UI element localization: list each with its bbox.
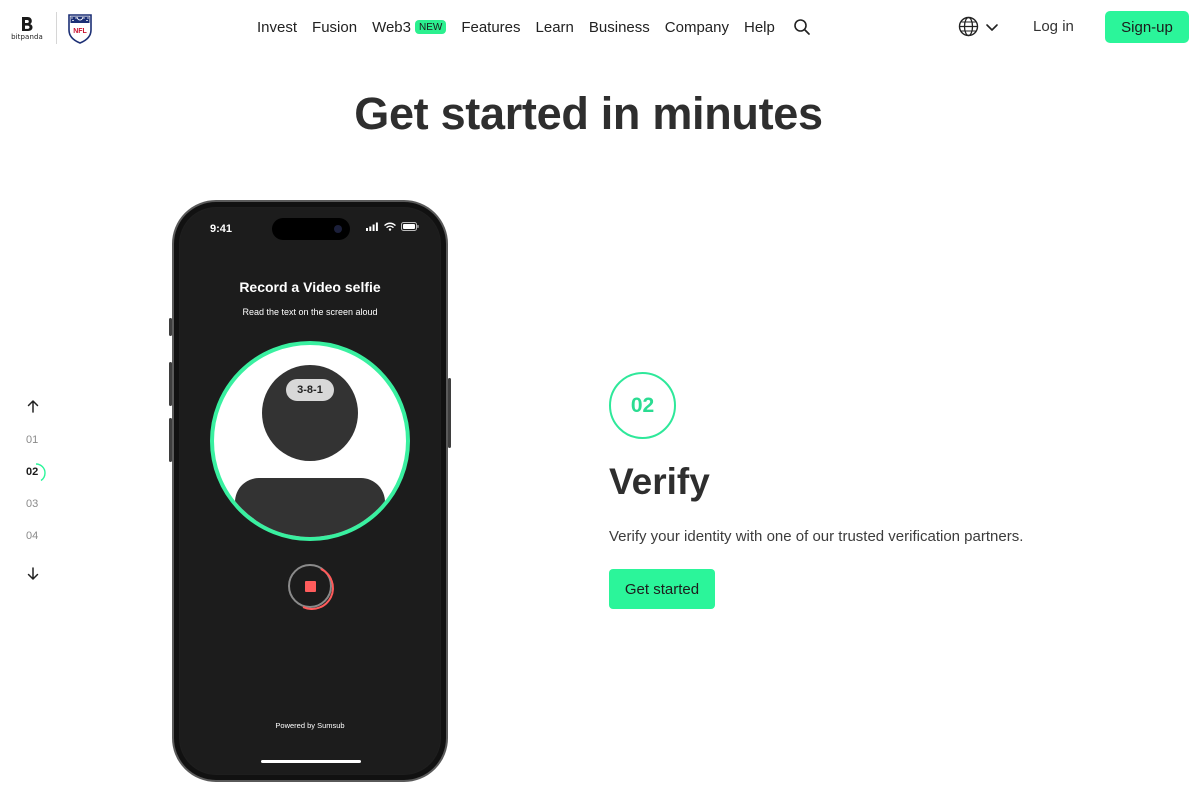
selfie-camera-frame: 3-8-1 xyxy=(210,341,410,541)
step-description: Verify your identity with one of our tru… xyxy=(609,528,1024,545)
screen-title: Record a Video selfie xyxy=(239,279,381,295)
svg-text:NFL: NFL xyxy=(73,28,87,35)
chevron-down-icon xyxy=(986,23,998,31)
nav-invest-label: Invest xyxy=(257,18,298,36)
step-nav-item-03[interactable]: 03 xyxy=(26,498,38,510)
arrow-up-icon[interactable] xyxy=(22,398,44,414)
powered-by-label: Powered by xyxy=(275,721,315,730)
step-navigator: 01 02 03 04 xyxy=(22,398,52,580)
stop-icon xyxy=(305,581,316,592)
avatar-body xyxy=(235,478,385,537)
language-selector[interactable] xyxy=(958,16,999,37)
camera-dot xyxy=(334,225,342,233)
main-nav: Invest Fusion Web3 NEW Features Learn Bu… xyxy=(257,17,811,37)
brand-divider xyxy=(56,12,57,44)
screen-subtitle: Read the text on the screen aloud xyxy=(242,307,378,317)
arrow-down-icon[interactable] xyxy=(22,566,44,582)
nfl-logo[interactable]: NFL xyxy=(66,12,94,44)
home-indicator xyxy=(261,760,361,763)
nav-company[interactable]: Company xyxy=(665,19,729,36)
nav-help-label: Help xyxy=(743,18,775,36)
provider-name: Sumsub xyxy=(317,721,345,730)
step-number-badge: 02 xyxy=(609,372,676,439)
step-title: Verify xyxy=(609,461,710,502)
nav-learn-label: Learn xyxy=(535,18,574,36)
bitpanda-wordmark: bitpanda xyxy=(11,32,43,41)
step-nav-item-02[interactable]: 02 xyxy=(26,466,38,478)
wifi-icon xyxy=(384,222,396,231)
dynamic-island xyxy=(272,218,350,240)
nav-invest[interactable]: Invest xyxy=(257,19,297,36)
status-time: 9:41 xyxy=(210,223,233,235)
step-nav-item-01[interactable]: 01 xyxy=(26,434,38,446)
phone-screen: 9:41 Record a Video selfie Read the text… xyxy=(180,208,440,774)
nav-features-label: Features xyxy=(461,18,521,36)
nav-web3-label: Web3 xyxy=(372,18,411,36)
phone-side-button xyxy=(448,378,451,448)
phone-mockup: 9:41 Record a Video selfie Read the text… xyxy=(169,200,451,782)
powered-by: Powered by Sumsub xyxy=(180,721,440,730)
page-title: Get started in minutes xyxy=(354,88,823,139)
nav-features[interactable]: Features xyxy=(461,19,520,36)
nav-learn[interactable]: Learn xyxy=(536,19,574,36)
login-link[interactable]: Log in xyxy=(1033,18,1074,35)
nav-business[interactable]: Business xyxy=(589,19,650,36)
bitpanda-logo[interactable]: bitpanda xyxy=(8,16,46,41)
record-stop-button[interactable] xyxy=(288,564,332,608)
nav-web3[interactable]: Web3 NEW xyxy=(372,18,447,36)
bitpanda-mark-icon xyxy=(22,16,33,31)
nav-company-label: Company xyxy=(664,18,729,36)
brand: bitpanda NFL xyxy=(8,12,94,44)
cellular-signal-icon xyxy=(366,222,378,231)
site-header: bitpanda NFL Invest Fusion Web3 NEW Feat… xyxy=(0,0,1197,54)
get-started-button[interactable]: Get started xyxy=(609,569,715,609)
step-nav-item-04[interactable]: 04 xyxy=(26,530,38,542)
nav-help[interactable]: Help xyxy=(744,19,775,36)
selfie-code-pill: 3-8-1 xyxy=(286,379,334,401)
signup-button[interactable]: Sign-up xyxy=(1105,11,1189,43)
nav-fusion[interactable]: Fusion xyxy=(312,19,357,36)
nav-fusion-label: Fusion xyxy=(312,18,358,36)
new-badge: NEW xyxy=(414,20,447,34)
search-icon[interactable] xyxy=(793,18,811,36)
globe-icon xyxy=(958,16,979,37)
status-icons xyxy=(366,222,419,231)
nav-business-label: Business xyxy=(588,18,650,36)
battery-icon xyxy=(401,222,419,231)
